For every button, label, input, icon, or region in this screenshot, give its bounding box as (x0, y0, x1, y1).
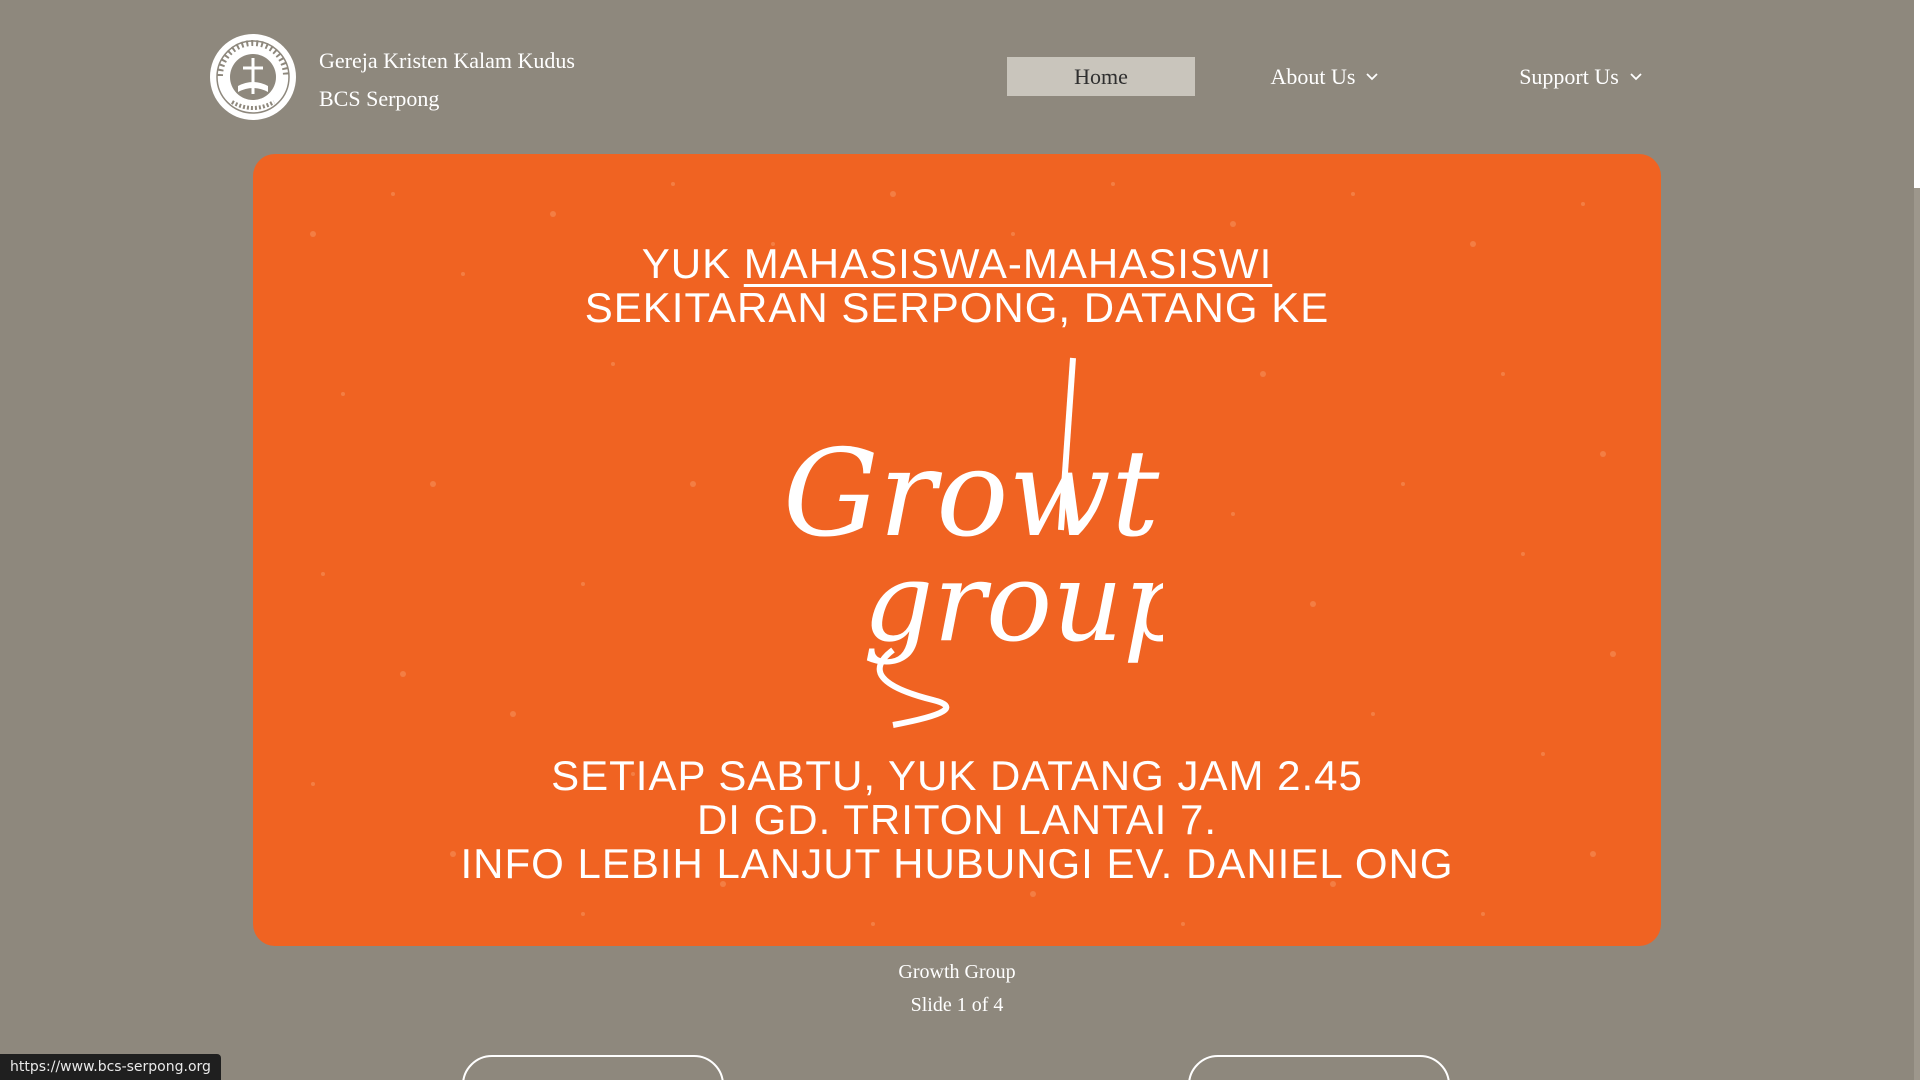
slide-title: Growth Group (898, 961, 1016, 983)
site-header: Gereja Kristen Kalam Kudus BCS Serpong H… (0, 0, 1920, 150)
hero-line-1-emphasis: MAHASISWA-MAHASISWI (743, 240, 1273, 287)
brand-name[interactable]: Gereja Kristen Kalam Kudus BCS Serpong (319, 42, 575, 118)
hero-heading: YUK MAHASISWA-MAHASISWI SEKITARAN SERPON… (253, 242, 1661, 330)
slide-caption: Growth Group Slide 1 of 4 (0, 956, 1914, 1022)
church-seal-icon (210, 34, 296, 120)
partial-button-left[interactable] (462, 1055, 724, 1080)
hero-line-2: SEKITARAN SERPONG, DATANG KE (584, 284, 1330, 331)
nav-support-label: Support Us (1519, 63, 1619, 89)
main-nav: Home About Us Support Us (1007, 57, 1671, 96)
hero-line-3: SETIAP SABTU, YUK DATANG JAM 2.45 (551, 752, 1363, 799)
church-logo[interactable] (208, 32, 298, 122)
scrollbar-thumb[interactable] (1914, 0, 1920, 188)
slide-status: Slide 1 of 4 (910, 994, 1004, 1016)
nav-support-us[interactable]: Support Us (1491, 57, 1671, 96)
hero-line-1-prefix: YUK (641, 240, 744, 287)
chevron-down-icon (1630, 72, 1642, 80)
nav-home-label: Home (1074, 63, 1128, 89)
hero-line-5: INFO LEBIH LANJUT HUBUNGI EV. DANIEL ONG (460, 840, 1454, 887)
status-bar-url: https://www.bcs-serpong.org (0, 1054, 221, 1080)
brand-line-1: Gereja Kristen Kalam Kudus (319, 48, 575, 73)
hero-line-4: DI GD. TRITON LANTAI 7. (696, 796, 1218, 843)
partial-button-right[interactable] (1188, 1055, 1450, 1080)
hero-details: SETIAP SABTU, YUK DATANG JAM 2.45 DI GD.… (253, 754, 1661, 886)
nav-home[interactable]: Home (1007, 57, 1195, 96)
chevron-down-icon (1366, 72, 1379, 80)
nav-about-us[interactable]: About Us (1245, 57, 1405, 96)
hero-slide[interactable]: YUK MAHASISWA-MAHASISWI SEKITARAN SERPON… (253, 154, 1661, 946)
page-scrollbar[interactable] (1914, 0, 1920, 1080)
brand-line-2: BCS Serpong (319, 86, 440, 111)
growth-group-logo: Growth group (783, 357, 1163, 728)
logo-word-group: group (863, 538, 1163, 666)
hero-line-1: YUK MAHASISWA-MAHASISWI (253, 242, 1661, 286)
nav-about-label: About Us (1270, 63, 1356, 89)
